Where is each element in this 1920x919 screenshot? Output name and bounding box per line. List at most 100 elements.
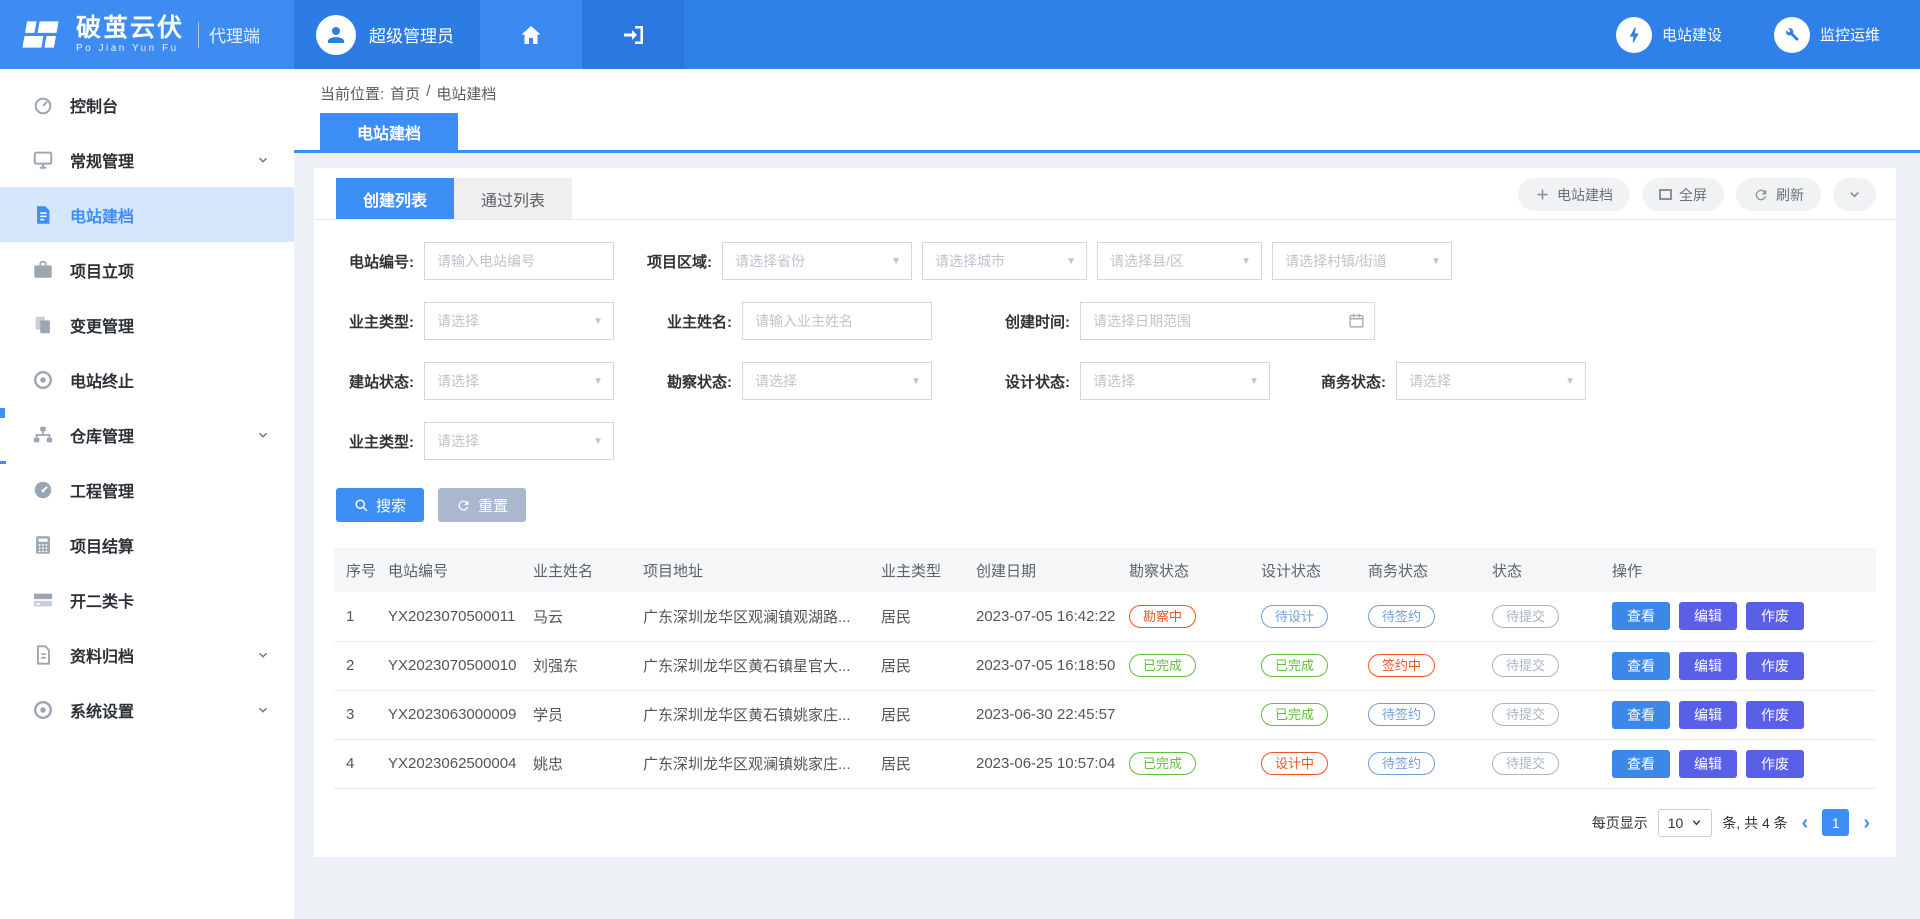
stop-icon: [32, 369, 54, 391]
county-select[interactable]: 请选择县/区▼: [1097, 242, 1262, 280]
prev-page-button[interactable]: ‹: [1798, 813, 1813, 833]
edit-button[interactable]: 编辑: [1679, 602, 1737, 630]
col-survey-status: 勘察状态: [1125, 548, 1257, 592]
select-arrow-icon: ▼: [891, 256, 901, 267]
view-button[interactable]: 查看: [1612, 602, 1670, 630]
build-status-select[interactable]: 请选择▼: [424, 362, 614, 400]
owner-type-select[interactable]: 请选择▼: [424, 302, 614, 340]
city-select[interactable]: 请选择城市▼: [922, 242, 1087, 280]
reset-button[interactable]: 重置: [438, 488, 526, 522]
owner-name-input[interactable]: [742, 302, 932, 340]
sidebar-item-data-archive[interactable]: 资料归档: [0, 627, 294, 682]
collapse-toolbar-button[interactable]: [1833, 178, 1876, 211]
card-icon: [32, 589, 54, 611]
nav-monitoring-ops[interactable]: 监控运维: [1774, 17, 1880, 53]
nav-label: 电站建设: [1662, 24, 1722, 45]
select-arrow-icon: ▼: [593, 376, 603, 387]
status-badge: 待签约: [1368, 703, 1435, 726]
plus-icon: [1535, 187, 1550, 202]
avatar: [316, 15, 356, 55]
status-badge: 签约中: [1368, 654, 1435, 677]
search-button[interactable]: 搜索: [336, 488, 424, 522]
edit-button[interactable]: 编辑: [1679, 750, 1737, 778]
fullscreen-button[interactable]: 全屏: [1642, 178, 1724, 211]
sidebar-item-system-settings[interactable]: 系统设置: [0, 682, 294, 737]
settings-icon: [32, 699, 54, 721]
dashboard-icon: [32, 94, 54, 116]
home-button[interactable]: [480, 0, 582, 69]
sidebar-item-project-settlement[interactable]: 项目结算: [0, 517, 294, 572]
business-status-select[interactable]: 请选择▼: [1396, 362, 1586, 400]
station-code-label: 电站编号:: [336, 251, 424, 272]
select-arrow-icon: ▼: [1431, 256, 1441, 267]
survey-status-select[interactable]: 请选择▼: [742, 362, 932, 400]
tab-create-list[interactable]: 创建列表: [336, 178, 454, 219]
page-number-button[interactable]: 1: [1822, 809, 1849, 836]
per-page-select[interactable]: 10: [1658, 809, 1713, 837]
sidebar-item-project-initiation[interactable]: 项目立项: [0, 242, 294, 297]
refresh-button[interactable]: 刷新: [1736, 178, 1821, 211]
filter-form: 电站编号: 项目区域: 请选择省份▼ 请选择城市▼ 请选择县/区▼: [314, 220, 1896, 460]
edit-button[interactable]: 编辑: [1679, 652, 1737, 680]
select-arrow-icon: ▼: [593, 316, 603, 327]
sidebar-item-station-filing[interactable]: 电站建档: [0, 187, 294, 242]
edit-button[interactable]: 编辑: [1679, 701, 1737, 729]
user-menu[interactable]: 超级管理员: [294, 0, 480, 69]
reset-icon: [456, 498, 471, 513]
void-button[interactable]: 作废: [1746, 602, 1804, 630]
status-badge: 待签约: [1368, 752, 1435, 775]
date-range-input[interactable]: [1080, 302, 1375, 340]
town-select[interactable]: 请选择村镇/街道▼: [1272, 242, 1452, 280]
home-icon: [519, 23, 543, 47]
void-button[interactable]: 作废: [1746, 701, 1804, 729]
sidebar-item-general-mgmt[interactable]: 常规管理: [0, 132, 294, 187]
owner-type2-select[interactable]: 请选择▼: [424, 422, 614, 460]
owner-type2-label: 业主类型:: [336, 431, 424, 452]
select-arrow-icon: ▼: [1241, 256, 1251, 267]
void-button[interactable]: 作废: [1746, 652, 1804, 680]
table-row: 1 YX2023070500011 马云 广东深圳龙华区观澜镇观湖路... 居民…: [334, 592, 1876, 641]
logo-icon: [20, 14, 64, 56]
owner-type-label: 业主类型:: [336, 311, 424, 332]
sidebar-item-warehouse-mgmt[interactable]: 仓库管理: [0, 407, 294, 462]
col-owner-type: 业主类型: [877, 548, 972, 592]
sidebar-item-change-mgmt[interactable]: 变更管理: [0, 297, 294, 352]
sidebar-item-station-termination[interactable]: 电站终止: [0, 352, 294, 407]
page-tab-station-filing[interactable]: 电站建档: [320, 113, 458, 150]
breadcrumb: 当前位置: 首页 / 电站建档: [294, 69, 1920, 106]
user-icon: [324, 23, 348, 47]
fullscreen-icon: [1659, 189, 1672, 200]
logout-button[interactable]: [582, 0, 684, 69]
design-status-label: 设计状态:: [992, 371, 1080, 392]
survey-status-label: 勘察状态:: [654, 371, 742, 392]
view-button[interactable]: 查看: [1612, 750, 1670, 778]
chevron-down-icon: [256, 153, 270, 167]
void-button[interactable]: 作废: [1746, 750, 1804, 778]
view-button[interactable]: 查看: [1612, 701, 1670, 729]
calculator-icon: [32, 534, 54, 556]
breadcrumb-current: 电站建档: [436, 83, 496, 104]
list-tabs: 创建列表 通过列表: [336, 178, 572, 219]
create-station-button[interactable]: 电站建档: [1518, 178, 1630, 211]
nav-station-construction[interactable]: 电站建设: [1616, 17, 1722, 53]
select-arrow-icon: ▼: [1066, 256, 1076, 267]
view-button[interactable]: 查看: [1612, 652, 1670, 680]
chevron-down-icon: [256, 428, 270, 442]
sidebar-item-engineering-mgmt[interactable]: 工程管理: [0, 462, 294, 517]
sidebar-item-console[interactable]: 控制台: [0, 77, 294, 132]
province-select[interactable]: 请选择省份▼: [722, 242, 912, 280]
status-badge: 已完成: [1261, 654, 1328, 677]
sidebar-item-type2-card[interactable]: 开二类卡: [0, 572, 294, 627]
design-status-select[interactable]: 请选择▼: [1080, 362, 1270, 400]
tab-passed-list[interactable]: 通过列表: [454, 178, 572, 219]
next-page-button[interactable]: ›: [1859, 813, 1874, 833]
chevron-down-icon: [256, 648, 270, 662]
calendar-icon: [1348, 312, 1365, 329]
select-arrow-icon: ▼: [1565, 376, 1575, 387]
station-code-input[interactable]: [424, 242, 614, 280]
breadcrumb-separator: /: [426, 83, 430, 104]
status-badge: 待设计: [1261, 605, 1328, 628]
select-arrow-icon: ▼: [593, 436, 603, 447]
col-design-status: 设计状态: [1257, 548, 1364, 592]
breadcrumb-home-link[interactable]: 首页: [390, 83, 420, 104]
